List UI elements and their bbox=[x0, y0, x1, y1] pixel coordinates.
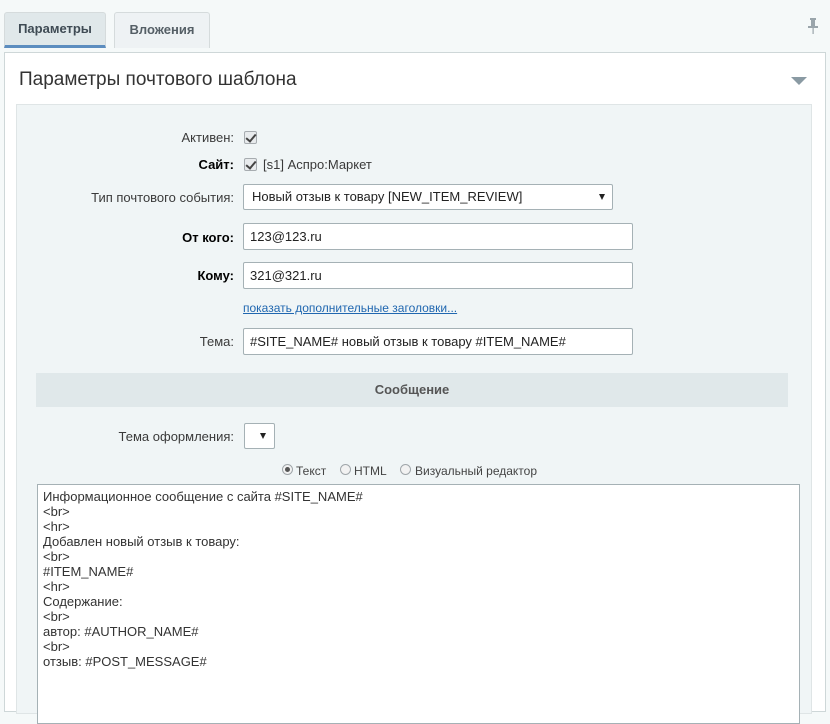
from-label: От кого: bbox=[182, 230, 234, 245]
message-section-header: Сообщение bbox=[36, 373, 788, 407]
event-type-value: Новый отзыв к товару [NEW_ITEM_REVIEW] bbox=[252, 189, 523, 204]
pin-icon[interactable] bbox=[808, 18, 818, 34]
tab-bar: Параметры Вложения bbox=[0, 0, 830, 50]
format-text-radio[interactable] bbox=[282, 464, 293, 475]
from-field[interactable]: 123@123.ru bbox=[243, 223, 633, 250]
site-checkbox[interactable] bbox=[244, 158, 257, 171]
format-html-radio[interactable] bbox=[340, 464, 351, 475]
site-label: Сайт: bbox=[198, 157, 234, 172]
format-text-label: Текст bbox=[296, 464, 327, 478]
collapse-icon[interactable] bbox=[791, 77, 807, 85]
extra-headers-link[interactable]: показать дополнительные заголовки... bbox=[243, 301, 457, 315]
active-checkbox[interactable] bbox=[244, 131, 257, 144]
tab-parameters[interactable]: Параметры bbox=[4, 12, 106, 48]
to-label: Кому: bbox=[197, 268, 234, 283]
subject-field[interactable]: #SITE_NAME# новый отзыв к товару #ITEM_N… bbox=[243, 328, 633, 355]
format-html-label: HTML bbox=[354, 464, 387, 478]
subject-label: Тема: bbox=[199, 334, 234, 349]
format-visual-label: Визуальный редактор bbox=[415, 464, 538, 478]
theme-select[interactable] bbox=[244, 423, 275, 449]
active-label: Активен: bbox=[181, 130, 234, 145]
site-value: [s1] Аспро:Маркет bbox=[263, 157, 372, 172]
chevron-down-icon bbox=[599, 194, 605, 200]
theme-label: Тема оформления: bbox=[118, 429, 234, 444]
message-body-textarea[interactable]: Информационное сообщение с сайта #SITE_N… bbox=[37, 484, 800, 724]
format-visual-radio[interactable] bbox=[400, 464, 411, 475]
tab-attachments[interactable]: Вложения bbox=[114, 12, 210, 48]
event-type-label: Тип почтового события: bbox=[91, 190, 234, 205]
panel-title: Параметры почтового шаблона bbox=[19, 69, 297, 90]
chevron-down-icon bbox=[260, 433, 266, 439]
event-type-select[interactable]: Новый отзыв к товару [NEW_ITEM_REVIEW] bbox=[243, 184, 613, 210]
to-field[interactable]: 321@321.ru bbox=[243, 262, 633, 289]
